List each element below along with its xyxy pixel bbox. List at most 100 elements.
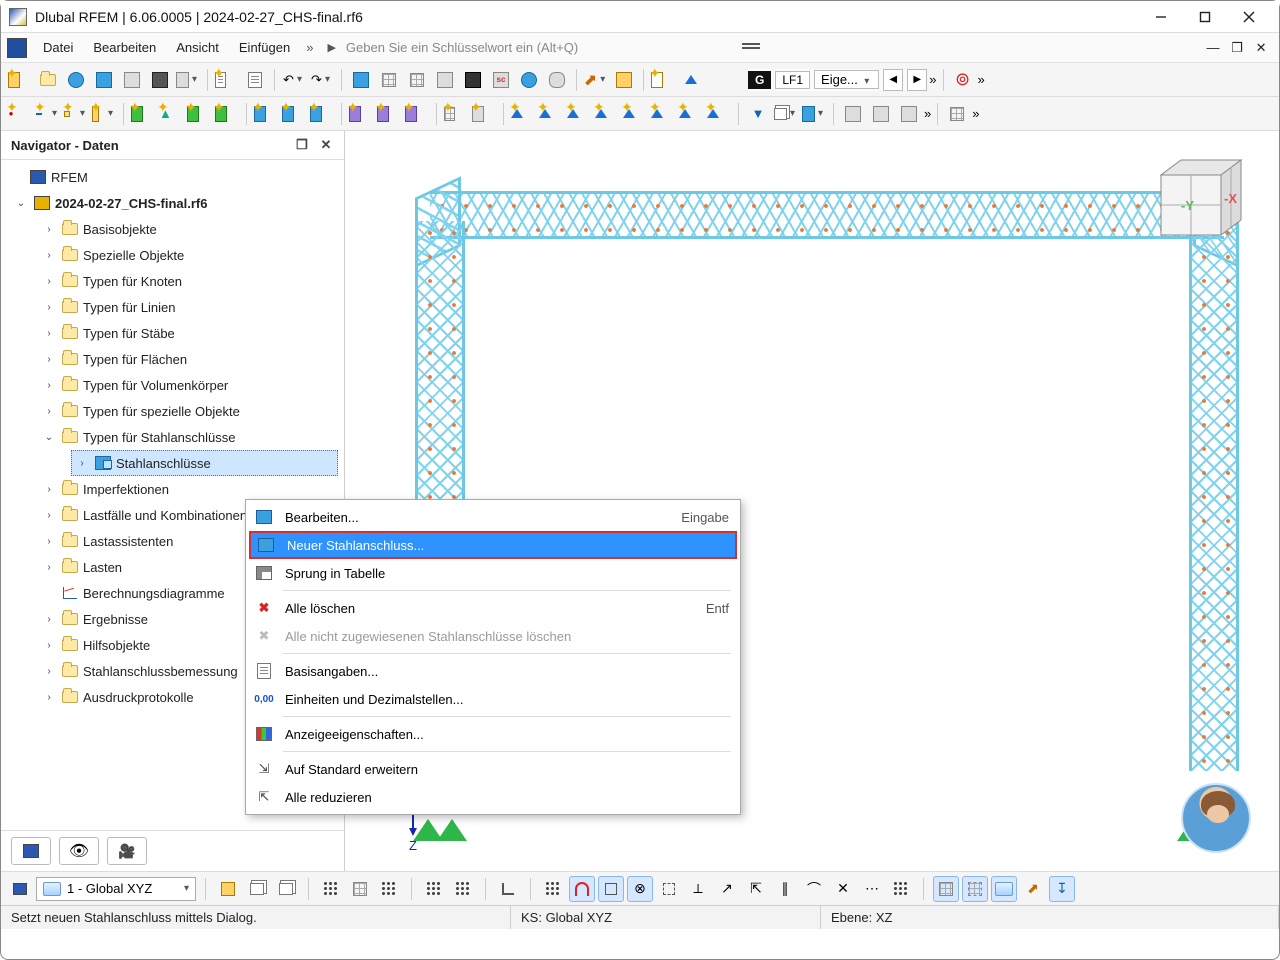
tree-item[interactable]: Spezielle Objekte — [83, 248, 184, 263]
tb2-dim[interactable] — [471, 101, 497, 127]
tb2-res2[interactable] — [868, 101, 894, 127]
tb2-table[interactable] — [944, 101, 970, 127]
mdi-close[interactable]: ✕ — [1249, 34, 1273, 62]
tb-panel2[interactable] — [376, 67, 402, 93]
bt-g1[interactable] — [933, 876, 959, 902]
bt-g4[interactable]: ⬈ — [1020, 876, 1046, 902]
close-button[interactable] — [1227, 3, 1271, 31]
bt-s3[interactable] — [598, 876, 624, 902]
bt-snap2[interactable] — [450, 876, 476, 902]
tree-item[interactable]: Basisobjekte — [83, 222, 157, 237]
menu-view[interactable]: Ansicht — [166, 36, 229, 59]
tb2-section[interactable] — [253, 101, 279, 127]
tb-panel3[interactable] — [404, 67, 430, 93]
bt-s13[interactable] — [888, 876, 914, 902]
tb1-overflow[interactable]: » — [929, 72, 936, 87]
tb2-material[interactable] — [281, 101, 307, 127]
bt-g5[interactable]: ↧ — [1049, 876, 1075, 902]
tree-root[interactable]: RFEM — [51, 170, 88, 185]
menu-edit[interactable]: Bearbeiten — [83, 36, 166, 59]
tree-item-steel[interactable]: Typen für Stahlanschlüsse — [83, 430, 235, 445]
assistant-avatar[interactable] — [1181, 783, 1251, 853]
mdi-minimize[interactable]: — — [1201, 34, 1225, 62]
bt-g2[interactable] — [962, 876, 988, 902]
nav-view-default[interactable] — [11, 837, 51, 865]
tb2-spring[interactable] — [214, 101, 240, 127]
tree-item[interactable]: Typen für Knoten — [83, 274, 182, 289]
loadcase-selector[interactable]: G LF1 Eige... ▾ ◀ ▶ — [748, 69, 927, 91]
tb-block[interactable] — [91, 67, 117, 93]
tree-item[interactable]: Ergebnisse — [83, 612, 148, 627]
tb1-overflow2[interactable]: » — [978, 72, 985, 87]
bt-s5[interactable] — [656, 876, 682, 902]
tb-select[interactable]: ⬈▾ — [583, 67, 609, 93]
bt-s10[interactable]: ⌒ — [801, 876, 827, 902]
tree-item[interactable]: Typen für Linien — [83, 300, 176, 315]
tb-web[interactable] — [516, 67, 542, 93]
tree-item[interactable]: Lastfälle und Kombinationen — [83, 508, 247, 523]
bt-cs[interactable] — [7, 876, 33, 902]
bt-s9[interactable]: ∥ — [772, 876, 798, 902]
keyword-search-input[interactable] — [342, 38, 736, 57]
tb2-node[interactable]: • — [7, 101, 33, 127]
tb2-support[interactable]: ▲ — [158, 101, 184, 127]
ctx-units[interactable]: 0,00Einheiten und Dezimalstellen... — [249, 685, 737, 713]
tb-copy[interactable] — [119, 67, 145, 93]
mdi-restore[interactable]: ❐ — [1225, 34, 1249, 62]
tb-undo[interactable]: ↶▾ — [281, 67, 307, 93]
tb2-load3[interactable] — [566, 101, 592, 127]
maximize-button[interactable] — [1183, 3, 1227, 31]
tree-item[interactable]: Lastassistenten — [83, 534, 173, 549]
tb2-load7[interactable] — [678, 101, 704, 127]
tree-item[interactable]: Typen für Volumenkörper — [83, 378, 228, 393]
ctx-collapse-all[interactable]: Alle reduzieren — [249, 783, 737, 811]
tree-item-steel-child[interactable]: ›Stahlanschlüsse — [71, 450, 338, 476]
bt-snap1[interactable] — [421, 876, 447, 902]
bt-grid1[interactable] — [318, 876, 344, 902]
tb-zoom[interactable] — [678, 67, 704, 93]
tree-item[interactable]: Lasten — [83, 560, 122, 575]
menu-insert[interactable]: Einfügen — [229, 36, 300, 59]
search-filter-icon[interactable] — [742, 41, 760, 55]
tb2-frame[interactable] — [130, 101, 156, 127]
bt-s12[interactable]: ⋯ — [859, 876, 885, 902]
bt-b2[interactable] — [244, 876, 270, 902]
ctx-display-props[interactable]: Anzeigeeigenschaften... — [249, 720, 737, 748]
tb2-hinge[interactable] — [186, 101, 212, 127]
bt-s7[interactable]: ↗ — [714, 876, 740, 902]
tb2-clip[interactable]: ▾ — [773, 101, 799, 127]
tree-file[interactable]: 2024-02-27_CHS-final.rf6 — [55, 196, 207, 211]
nav-popout-icon[interactable]: ❐ — [294, 137, 310, 153]
ctx-new-steel-connection[interactable]: Neuer Stahlanschluss... — [249, 531, 737, 559]
tree-item[interactable]: Typen für Stäbe — [83, 326, 175, 341]
tb2-overflow2[interactable]: » — [972, 106, 979, 121]
minimize-button[interactable] — [1139, 3, 1183, 31]
bt-b3[interactable] — [273, 876, 299, 902]
tb2-load4[interactable] — [594, 101, 620, 127]
tb2-overflow[interactable]: » — [924, 106, 931, 121]
nav-view-eye[interactable]: 👁 — [59, 837, 99, 865]
tb2-view[interactable]: ▾ — [801, 101, 827, 127]
menu-file[interactable]: Datei — [33, 36, 83, 59]
bt-g3[interactable] — [991, 876, 1017, 902]
tb-doc[interactable] — [242, 67, 268, 93]
tb2-load6[interactable] — [650, 101, 676, 127]
ctx-jump-table[interactable]: Sprung in Tabelle — [249, 559, 737, 587]
loadcase-prev[interactable]: ◀ — [883, 69, 903, 91]
tb2-res3[interactable] — [896, 101, 922, 127]
tb-highlight[interactable] — [611, 67, 637, 93]
tree-item[interactable]: Stahlanschlussbemessung — [83, 664, 238, 679]
tb2-solid3[interactable] — [404, 101, 430, 127]
bt-magnet[interactable] — [569, 876, 595, 902]
tb-save[interactable] — [147, 67, 173, 93]
ctx-expand-default[interactable]: Auf Standard erweitern — [249, 755, 737, 783]
tb-target[interactable]: ⊚ — [950, 67, 976, 93]
tree-item[interactable]: Imperfektionen — [83, 482, 169, 497]
bt-s11[interactable]: ✕ — [830, 876, 856, 902]
tree-item[interactable]: Berechnungsdiagramme — [83, 586, 225, 601]
app-menu-icon[interactable] — [7, 38, 27, 58]
workplane-combo[interactable]: 1 - Global XYZ ▾ — [36, 877, 196, 901]
menu-overflow[interactable]: » — [300, 40, 319, 55]
loadcase-next[interactable]: ▶ — [907, 69, 927, 91]
tb-script[interactable]: sc — [488, 67, 514, 93]
